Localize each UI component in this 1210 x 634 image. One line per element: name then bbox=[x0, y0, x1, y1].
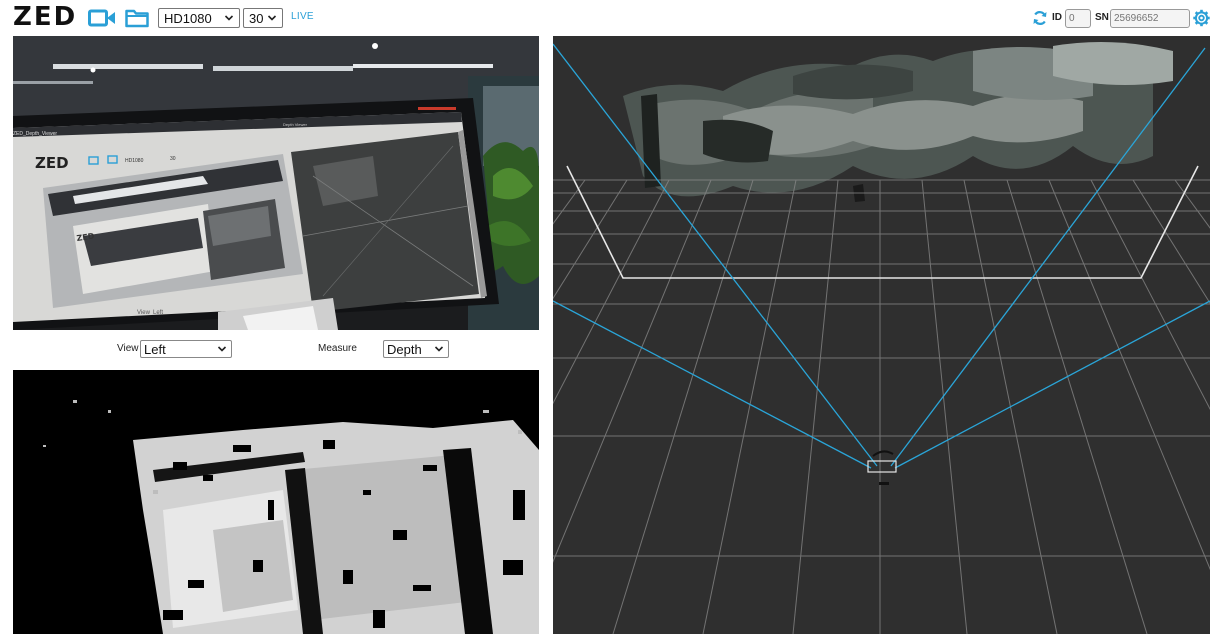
view-label: View bbox=[117, 343, 139, 354]
inner-view-value: Left bbox=[153, 310, 163, 316]
resolution-value: HD1080 bbox=[164, 10, 212, 26]
video-camera-icon[interactable] bbox=[88, 8, 116, 33]
left-camera-view: Depth Viewer ZED_Depth_Viewer ZED HD1080… bbox=[13, 36, 539, 330]
inner-tab-title: ZED_Depth_Viewer bbox=[13, 131, 57, 137]
chevron-down-icon bbox=[267, 15, 277, 21]
inner-fps: 30 bbox=[170, 156, 176, 162]
fps-value: 30 bbox=[249, 10, 264, 26]
chevron-down-icon bbox=[434, 346, 444, 352]
id-field[interactable] bbox=[1065, 9, 1091, 28]
chevron-down-icon bbox=[224, 15, 234, 21]
view-measure-controls: View Left Measure Depth bbox=[13, 336, 539, 362]
zed-logo: ZED bbox=[13, 2, 78, 32]
sync-icon[interactable] bbox=[1032, 10, 1048, 31]
view-value: Left bbox=[144, 341, 166, 357]
id-label: ID bbox=[1052, 12, 1062, 23]
live-badge: LIVE bbox=[291, 11, 314, 22]
logo-text: ZED bbox=[13, 2, 78, 32]
measure-label: Measure bbox=[318, 343, 357, 354]
measure-select[interactable]: Depth bbox=[383, 340, 449, 358]
inner-view-label: View bbox=[137, 310, 151, 316]
point-cloud-view[interactable] bbox=[553, 36, 1210, 634]
resolution-select[interactable]: HD1080 bbox=[158, 8, 240, 28]
gear-icon[interactable] bbox=[1193, 8, 1210, 33]
fps-select[interactable]: 30 bbox=[243, 8, 283, 28]
folder-icon[interactable] bbox=[125, 8, 149, 33]
inner-logo: ZED bbox=[35, 154, 69, 172]
top-toolbar: ZED HD1080 30 LIVE ID SN bbox=[0, 0, 1210, 36]
chevron-down-icon bbox=[217, 346, 227, 352]
view-select[interactable]: Left bbox=[140, 340, 232, 358]
measure-value: Depth bbox=[387, 341, 422, 357]
sn-field[interactable] bbox=[1110, 9, 1190, 28]
depth-map-view bbox=[13, 370, 539, 634]
sn-label: SN bbox=[1095, 12, 1109, 23]
inner-resolution: HD1080 bbox=[125, 158, 144, 164]
inner-window-title: Depth Viewer bbox=[283, 122, 308, 127]
